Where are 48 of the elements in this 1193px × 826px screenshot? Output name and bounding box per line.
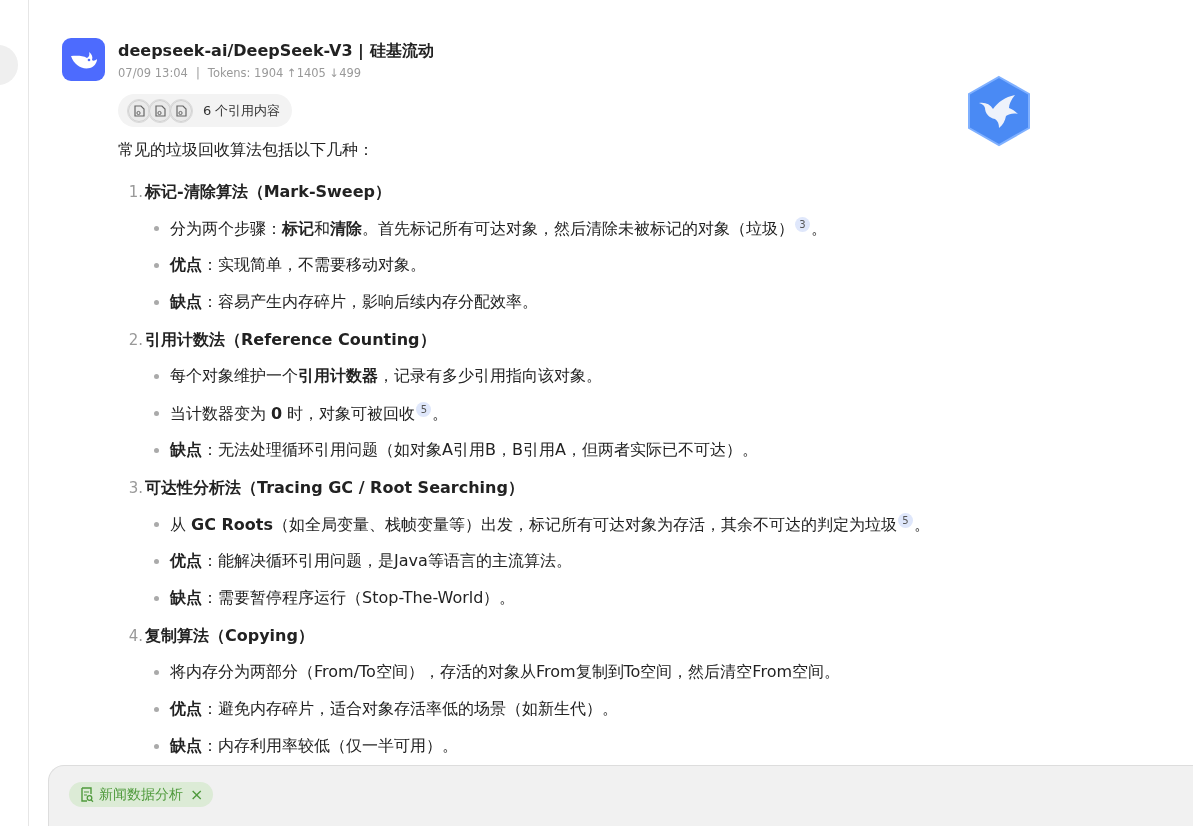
bullet-text: 缺点：需要暂停程序运行（Stop-The-World）。: [170, 588, 516, 609]
timestamp: 07/09 13:04: [118, 66, 188, 80]
bullet-dot: [154, 448, 159, 453]
bird-logo-icon: [965, 75, 1033, 147]
list-number: 2.: [127, 329, 144, 351]
tag-label: 新闻数据分析: [99, 785, 183, 804]
document-icon: [127, 98, 151, 123]
bullet-dot: [154, 374, 159, 379]
citation-badge[interactable]: 5: [898, 512, 913, 528]
bullet-text: 缺点：无法处理循环引用问题（如对象A引用B，B引用A，但两者实际已不可达）。: [170, 440, 758, 461]
bullet-text: 从 GC Roots（如全局变量、栈帧变量等）出发，标记所有可达对象为存活，其余不可达的判定为垃圾 $^{5}$ 。: [170, 512, 930, 537]
bullet-text: 缺点：容易产生内存碎片，影响后续内存分配效率。: [170, 292, 538, 313]
list-number: 1.: [127, 181, 144, 203]
bullet-dot: [154, 596, 159, 601]
bullet-text: 将内存分为两部分（From/To空间），存活的对象从From复制到To空间，然后清空From空间。: [170, 662, 840, 683]
whale-logo-icon: [62, 38, 105, 81]
bullet-text: 优点：实现简单，不需要移动对象。: [170, 255, 426, 276]
meta-separator: |: [195, 66, 200, 80]
section-heading: 复制算法（Copying）: [145, 624, 314, 647]
list-number: 3.: [127, 477, 144, 499]
document-icon: [148, 98, 172, 123]
bullet-text: 缺点：内存利用率较低（仅一半可用）。: [170, 736, 458, 757]
bullet-text: 优点：避免内存碎片，适合对象存活率低的场景（如新生代）。: [170, 699, 618, 720]
intro-text: 常见的垃圾回收算法包括以下几种：: [118, 139, 374, 161]
bullet-dot: [154, 300, 159, 305]
bullet-dot: [154, 744, 159, 749]
bullet-text: 优点：能解决循环引用问题，是Java等语言的主流算法。: [170, 551, 572, 572]
token-count: Tokens: 1904 ↑1405 ↓499: [207, 66, 362, 80]
bullet-dot: [154, 411, 159, 416]
model-title: deepseek-ai/DeepSeek-V3 | 硅基流动: [118, 40, 434, 62]
citation-badge[interactable]: 5: [416, 401, 432, 417]
document-icon: [169, 98, 193, 123]
bullet-dot: [154, 559, 159, 564]
bullet-text: 分为两个步骤：标记和清除。首先标记所有可达对象，然后清除未被标记的对象（垃圾） $^{3}$ 。: [170, 216, 827, 241]
bullet-dot: [154, 670, 159, 675]
bullet-text: 每个对象维护一个引用计数器，记录有多少引用指向该对象。: [170, 366, 602, 387]
bullet-dot: [154, 263, 159, 268]
bullet-dot: [154, 522, 159, 527]
references-button[interactable]: 6 个引用内容: [118, 94, 293, 127]
section-heading: 标记-清除算法（Mark-Sweep）: [145, 180, 391, 203]
citation-badge[interactable]: 3: [795, 216, 810, 232]
bullet-text: 当计数器变为 0 时，对象可被回收 $^{5}$ 。: [170, 401, 449, 426]
bullet-dot: [154, 707, 159, 712]
document-search-icon: [80, 786, 94, 803]
bullet-dot: [154, 226, 159, 231]
section-heading: 引用计数法（Reference Counting）: [145, 328, 436, 351]
section-heading: 可达性分析法（Tracing GC / Root Searching）: [145, 476, 524, 499]
list-number: 4.: [127, 625, 144, 647]
